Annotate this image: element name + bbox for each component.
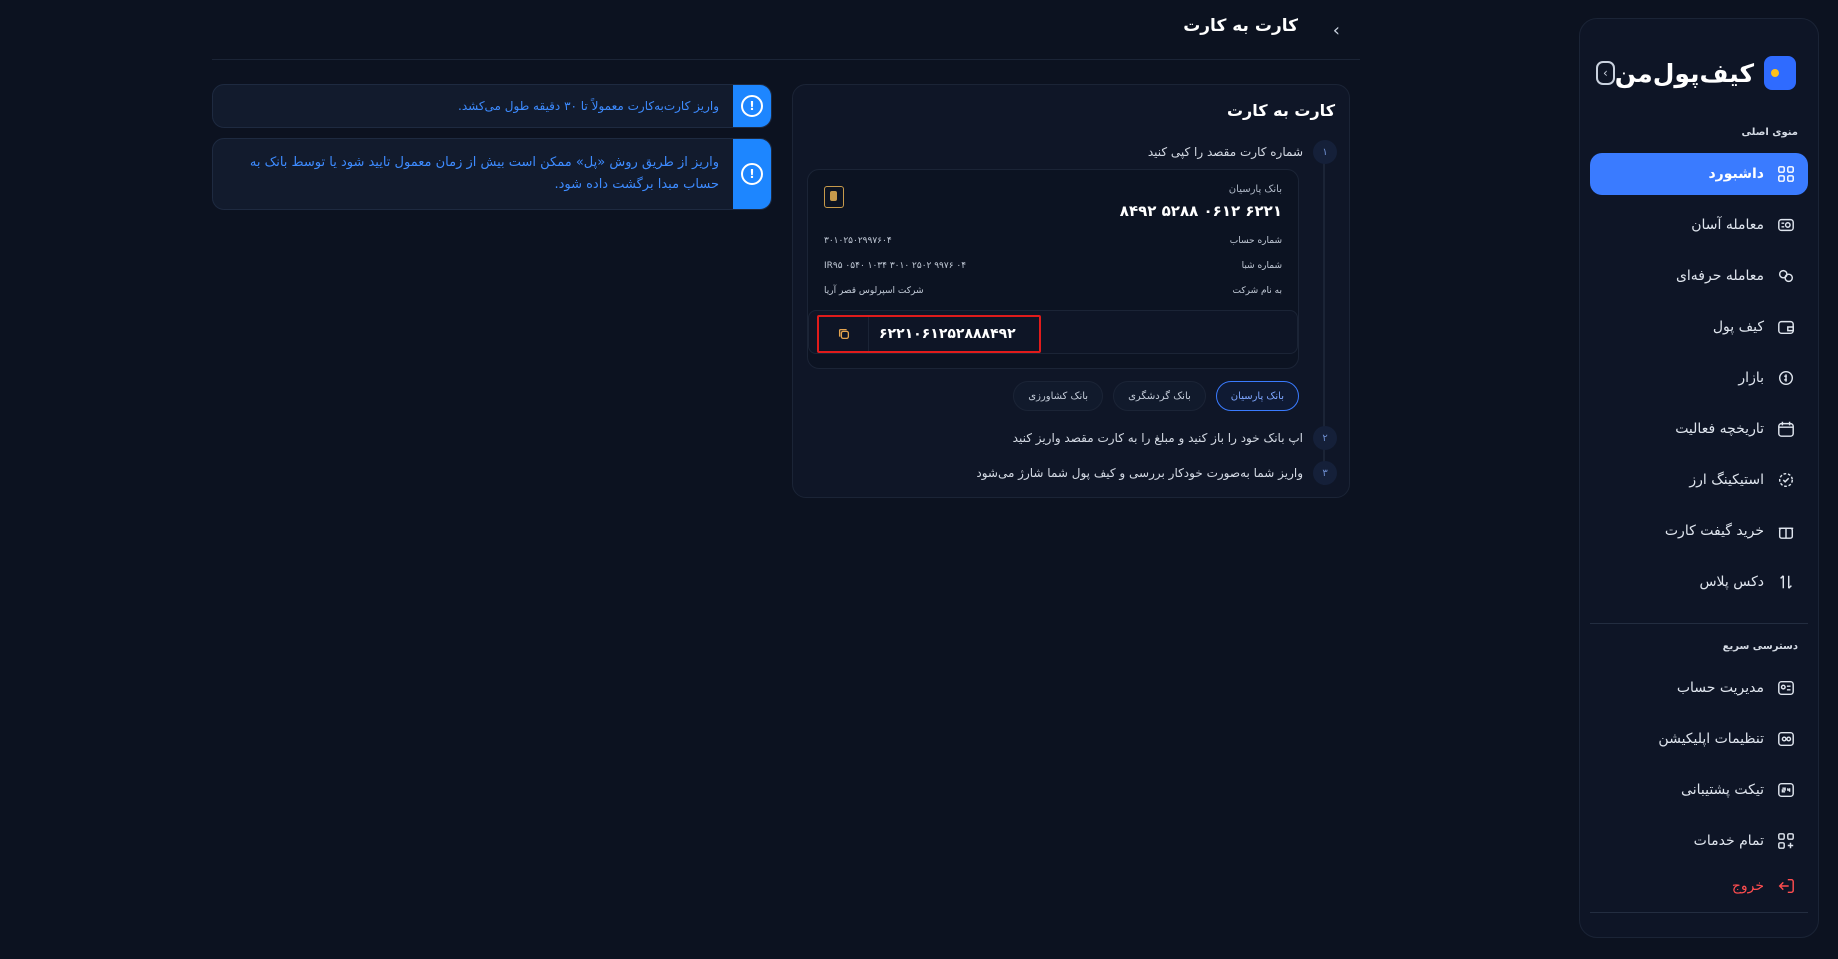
step-text: شماره کارت مقصد را کپی کنید — [1147, 145, 1303, 159]
alert-text: واریز از طریق روش «پل» ممکن است بیش از ز… — [249, 154, 719, 192]
copy-icon[interactable] — [819, 317, 869, 351]
sidebar-item-app-settings[interactable]: تنظیمات اپلیکیشن — [1590, 718, 1808, 760]
info-icon: ! — [741, 95, 763, 117]
pro-trade-icon — [1776, 266, 1796, 286]
card-to-card-panel: کارت به کارت ۱ شماره کارت مقصد را کپی کن… — [792, 84, 1350, 498]
sidebar-item-label: بازار — [1738, 370, 1764, 386]
settings-icon — [1776, 729, 1796, 749]
sidebar-item-label: استیکینگ ارز — [1689, 472, 1764, 488]
step-2: ۲ اپ بانک خود را باز کنید و مبلغ را به ک… — [1013, 426, 1337, 450]
bank-logo-icon — [824, 186, 844, 208]
sidebar-item-dashboard[interactable]: داشبورد — [1590, 153, 1808, 195]
sidebar-item-label: کیف پول — [1712, 319, 1764, 335]
sidebar-item-label: خروج — [1731, 878, 1764, 894]
sidebar-item-label: دکس پلاس — [1699, 574, 1764, 590]
owner-row: به نام شرکت شرکت اسپرلوس قصر آریا — [824, 286, 1282, 296]
sidebar-item-label: تمام خدمات — [1693, 833, 1764, 849]
market-icon — [1776, 368, 1796, 388]
page-title: کارت به کارت — [1183, 16, 1298, 36]
chevron-right-icon[interactable]: › — [1333, 20, 1340, 41]
sidebar-item-label: معامله آسان — [1691, 217, 1764, 233]
step-3: ۳ واریز شما به‌صورت خودکار بررسی و کیف پ… — [976, 461, 1337, 485]
sheba-value: IR۹۵ ۰۵۴۰ ۱۰۳۴ ۳۰۱۰ ۲۵۰۲ ۹۹۷۶ ۰۴ — [824, 261, 967, 271]
sidebar-item-market[interactable]: بازار — [1590, 357, 1808, 399]
sidebar: کیف‌پول‌من › منوی اصلی داشبورد معامله آس… — [1579, 18, 1819, 938]
info-icon: ! — [741, 163, 763, 185]
dex-icon — [1776, 572, 1796, 592]
wallet-logo-icon — [1764, 56, 1796, 90]
sidebar-item-wallet[interactable]: کیف پول — [1590, 306, 1808, 348]
quick-menu: مدیریت حساب تنظیمات اپلیکیشن تیکت پشتیبا… — [1590, 667, 1808, 910]
sidebar-item-logout[interactable]: خروج — [1590, 871, 1808, 901]
copy-card-number-box: ۶۲۲۱۰۶۱۲۵۲۸۸۸۴۹۲ — [808, 310, 1298, 354]
sidebar-divider — [1590, 623, 1808, 624]
sidebar-item-label: داشبورد — [1708, 166, 1765, 182]
brand-logo[interactable]: کیف‌پول‌من — [1615, 56, 1796, 90]
gift-icon — [1776, 521, 1796, 541]
easy-trade-icon — [1776, 215, 1796, 235]
alert-icon-column: ! — [733, 85, 771, 127]
main-menu: داشبورد معامله آسان معامله حرفه‌ای کیف پ… — [1590, 153, 1808, 612]
grid-icon — [1776, 164, 1796, 184]
copy-card-number-highlight[interactable]: ۶۲۲۱۰۶۱۲۵۲۸۸۸۴۹۲ — [817, 315, 1041, 353]
services-icon — [1776, 831, 1796, 851]
account-value: ۳۰۱۰۲۵۰۲۹۹۷۶۰۴ — [824, 236, 892, 246]
main-menu-label: منوی اصلی — [1741, 127, 1798, 138]
sidebar-item-label: تاریخچه فعالیت — [1675, 421, 1764, 437]
info-alert-duration: ! واریز کارت‌به‌کارت معمولاً تا ۳۰ دقیقه… — [212, 84, 772, 128]
sidebar-item-easy-trade[interactable]: معامله آسان — [1590, 204, 1808, 246]
sidebar-item-staking[interactable]: استیکینگ ارز — [1590, 459, 1808, 501]
alert-text: واریز کارت‌به‌کارت معمولاً تا ۳۰ دقیقه ط… — [458, 98, 719, 113]
bank-tabs: بانک پارسیان بانک گردشگری بانک کشاورزی — [1013, 381, 1299, 411]
quick-access-label: دسترسی سریع — [1722, 641, 1798, 652]
page-header: › کارت به کارت — [212, 0, 1360, 60]
sidebar-item-pro-trade[interactable]: معامله حرفه‌ای — [1590, 255, 1808, 297]
tab-bank-parsian[interactable]: بانک پارسیان — [1215, 381, 1299, 411]
card-number: ۶۲۲۱ ۰۶۱۲ ۵۲۸۸ ۸۴۹۲ — [1119, 202, 1282, 220]
calendar-icon — [1776, 419, 1796, 439]
owner-value: شرکت اسپرلوس قصر آریا — [824, 286, 924, 296]
step-number: ۳ — [1313, 461, 1337, 485]
sidebar-item-history[interactable]: تاریخچه فعالیت — [1590, 408, 1808, 450]
sidebar-divider-bottom — [1590, 912, 1808, 913]
step-number: ۲ — [1313, 426, 1337, 450]
sidebar-item-support-ticket[interactable]: تیکت پشتیبانی — [1590, 769, 1808, 811]
account-number-row: شماره حساب ۳۰۱۰۲۵۰۲۹۹۷۶۰۴ — [824, 236, 1282, 246]
card-title: کارت به کارت — [1226, 101, 1335, 120]
bank-name: بانک پارسیان — [1228, 184, 1282, 195]
support-icon — [1776, 780, 1796, 800]
sidebar-item-label: خرید گیفت کارت — [1664, 523, 1764, 539]
logout-icon — [1776, 876, 1796, 896]
sidebar-item-dex-plus[interactable]: دکس پلاس — [1590, 561, 1808, 603]
sheba-row: شماره شبا IR۹۵ ۰۵۴۰ ۱۰۳۴ ۳۰۱۰ ۲۵۰۲ ۹۹۷۶ … — [824, 261, 1282, 271]
staking-icon — [1776, 470, 1796, 490]
step-text: واریز شما به‌صورت خودکار بررسی و کیف پول… — [976, 466, 1303, 480]
step-1: ۱ شماره کارت مقصد را کپی کنید — [1148, 140, 1337, 164]
wallet-icon — [1776, 317, 1796, 337]
tab-bank-gardeshgari[interactable]: بانک گردشگری — [1113, 381, 1206, 411]
sidebar-item-all-services[interactable]: تمام خدمات — [1590, 820, 1808, 862]
account-icon — [1776, 678, 1796, 698]
collapse-sidebar-button[interactable]: › — [1596, 61, 1615, 85]
step-number: ۱ — [1313, 140, 1337, 164]
owner-label: به نام شرکت — [1232, 286, 1283, 296]
sidebar-item-label: تیکت پشتیبانی — [1681, 782, 1764, 798]
logo-row: کیف‌پول‌من › — [1596, 53, 1796, 93]
tab-bank-keshavarzi[interactable]: بانک کشاورزی — [1013, 381, 1104, 411]
sheba-label: شماره شبا — [1241, 261, 1282, 271]
copy-card-number-value: ۶۲۲۱۰۶۱۲۵۲۸۸۸۴۹۲ — [879, 326, 1016, 342]
sidebar-item-label: مدیریت حساب — [1676, 680, 1764, 696]
sidebar-item-account[interactable]: مدیریت حساب — [1590, 667, 1808, 709]
info-alert-pol: ! واریز از طریق روش «پل» ممکن است بیش از… — [212, 138, 772, 210]
step-text: اپ بانک خود را باز کنید و مبلغ را به کار… — [1012, 431, 1303, 445]
sidebar-item-label: معامله حرفه‌ای — [1675, 268, 1764, 284]
alert-icon-column: ! — [733, 139, 771, 209]
account-label: شماره حساب — [1229, 236, 1282, 246]
brand-name: کیف‌پول‌من — [1614, 58, 1755, 88]
chevron-right-icon: › — [1602, 66, 1608, 80]
bank-details-panel: بانک پارسیان ۶۲۲۱ ۰۶۱۲ ۵۲۸۸ ۸۴۹۲ شماره ح… — [807, 169, 1299, 369]
sidebar-item-gift-card[interactable]: خرید گیفت کارت — [1590, 510, 1808, 552]
sidebar-item-label: تنظیمات اپلیکیشن — [1658, 731, 1764, 747]
